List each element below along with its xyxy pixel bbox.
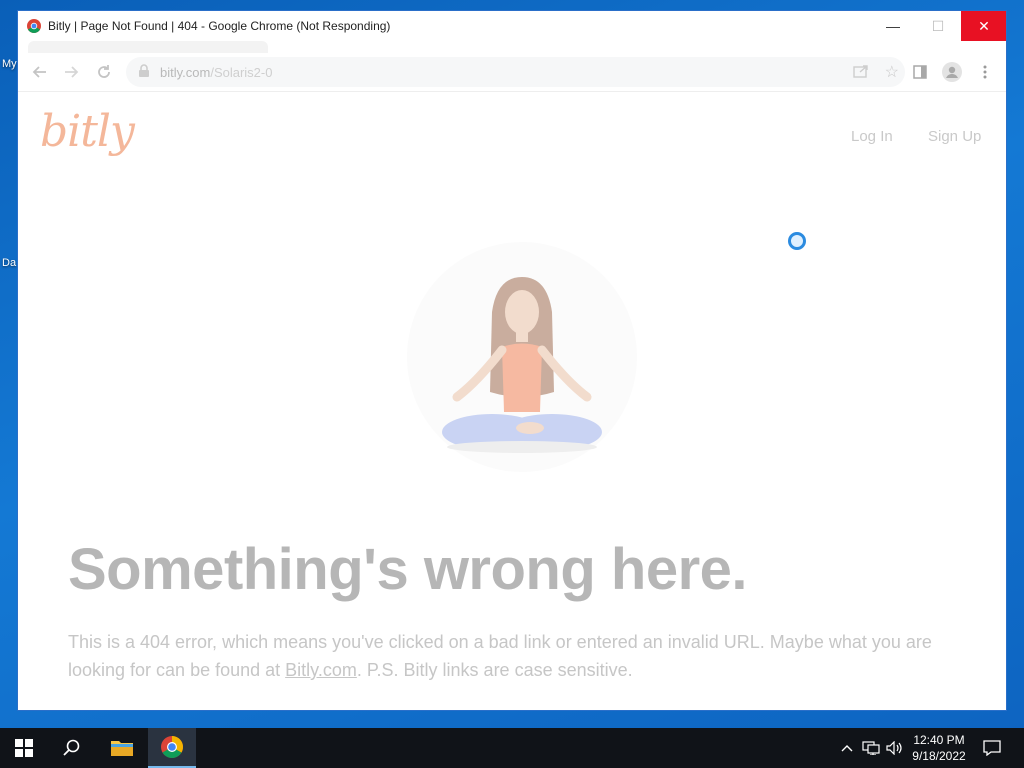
url-host: bitly.com <box>160 65 211 80</box>
browser-toolbar: bitly.com/Solaris2-0 ☆ <box>18 53 1006 92</box>
bitly-home-link[interactable]: Bitly.com <box>285 660 357 680</box>
window-title: Bitly | Page Not Found | 404 - Google Ch… <box>48 19 391 33</box>
chrome-window: Bitly | Page Not Found | 404 - Google Ch… <box>17 10 1007 711</box>
volume-icon[interactable] <box>884 728 906 768</box>
chrome-icon <box>161 736 183 758</box>
url-path: /Solaris2-0 <box>210 65 273 80</box>
profile-avatar-icon[interactable] <box>942 62 962 82</box>
minimize-button[interactable]: — <box>870 11 916 41</box>
search-button[interactable] <box>48 728 96 768</box>
side-panel-icon[interactable] <box>910 62 930 82</box>
url-text[interactable]: bitly.com/Solaris2-0 <box>160 65 272 80</box>
desktop-icon-label[interactable]: Da <box>2 257 16 269</box>
address-bar[interactable]: bitly.com/Solaris2-0 ☆ <box>126 57 905 87</box>
show-hidden-icons-chevron-icon[interactable] <box>838 728 856 768</box>
title-bar[interactable]: Bitly | Page Not Found | 404 - Google Ch… <box>18 11 1006 41</box>
bookmark-star-icon[interactable]: ☆ <box>885 62 899 82</box>
tab-strip <box>18 41 1006 53</box>
meditation-illustration <box>407 242 637 472</box>
desktop-icon-label[interactable]: My <box>2 58 17 70</box>
share-icon[interactable] <box>853 63 869 84</box>
chrome-favicon-icon <box>27 19 41 33</box>
chrome-taskbar-button[interactable] <box>148 728 196 768</box>
reload-icon[interactable] <box>94 62 114 82</box>
page-content: bitly Log In Sign Up Something's wrong h… <box>18 92 1006 710</box>
maximize-button[interactable]: ☐ <box>915 11 961 41</box>
forward-icon[interactable] <box>61 62 81 82</box>
windows-logo-icon <box>15 739 33 757</box>
error-headline: Something's wrong here. <box>68 537 748 602</box>
lock-icon[interactable] <box>138 64 150 83</box>
folder-icon <box>111 741 133 756</box>
taskbar-clock[interactable]: 12:40 PM 9/18/2022 <box>906 732 972 764</box>
tab-ghost[interactable] <box>28 41 268 53</box>
clock-date: 9/18/2022 <box>912 749 966 763</box>
bitly-logo[interactable]: bitly <box>40 106 135 157</box>
close-button[interactable]: ✕ <box>961 11 1006 41</box>
menu-kebab-icon[interactable] <box>975 62 995 82</box>
clock-time: 12:40 PM <box>913 733 965 747</box>
network-icon[interactable] <box>860 728 882 768</box>
notification-center-icon[interactable] <box>980 728 1004 768</box>
login-link[interactable]: Log In <box>851 128 893 145</box>
error-description: This is a 404 error, which means you've … <box>68 628 968 684</box>
busy-cursor-icon <box>788 232 806 250</box>
start-button[interactable] <box>0 728 48 768</box>
signup-link[interactable]: Sign Up <box>928 128 981 145</box>
back-icon[interactable] <box>30 62 50 82</box>
file-explorer-button[interactable] <box>98 728 146 768</box>
taskbar: 12:40 PM 9/18/2022 <box>0 728 1024 768</box>
error-text-part2: . P.S. Bitly links are case sensitive. <box>356 660 633 680</box>
search-icon <box>63 739 80 756</box>
